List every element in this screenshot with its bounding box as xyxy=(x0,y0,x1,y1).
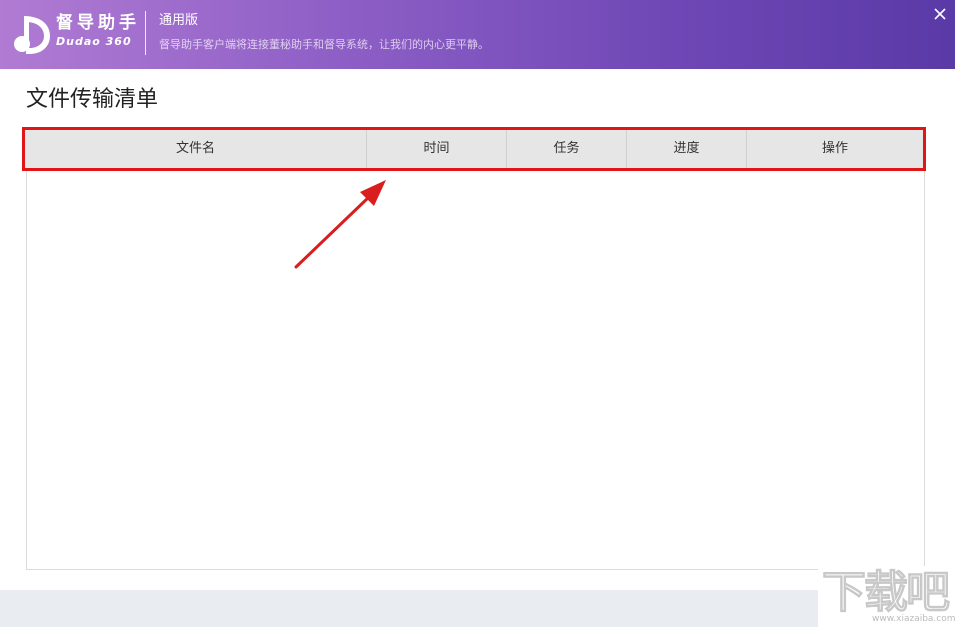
column-header-task[interactable]: 任务 xyxy=(507,130,627,168)
brand-name: 督导助手 xyxy=(56,13,140,33)
column-header-filename[interactable]: 文件名 xyxy=(25,130,367,168)
table-body xyxy=(26,170,925,570)
title-bar: 督导助手 Dudao 360 通用版 督导助手客户端将连接董秘助手和督导系统，让… xyxy=(0,0,955,69)
red-arrow-icon xyxy=(294,180,386,269)
close-icon[interactable] xyxy=(929,3,951,25)
edition-label: 通用版 xyxy=(159,13,199,28)
footer-bar xyxy=(0,590,955,627)
watermark-url: www.xiazaiba.com xyxy=(872,614,955,624)
watermark-text: 下载吧 xyxy=(822,567,951,618)
header-divider xyxy=(145,11,146,55)
table-header: 文件名 时间 任务 进度 操作 xyxy=(22,127,926,171)
page-title: 文件传输清单 xyxy=(26,87,159,112)
dudao-logo-icon xyxy=(14,16,50,54)
column-header-progress[interactable]: 进度 xyxy=(627,130,747,168)
column-header-time[interactable]: 时间 xyxy=(367,130,507,168)
tagline: 督导助手客户端将连接董秘助手和督导系统，让我们的内心更平静。 xyxy=(159,38,489,51)
brand-subtitle: Dudao 360 xyxy=(56,35,132,48)
column-header-actions[interactable]: 操作 xyxy=(747,130,923,168)
